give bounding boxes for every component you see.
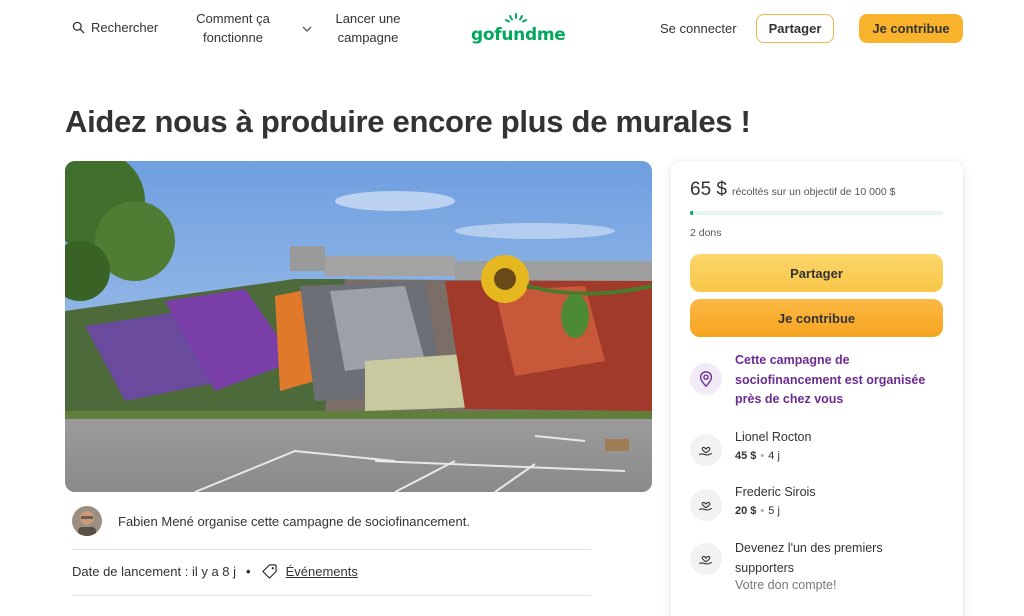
search-link[interactable]: Rechercher xyxy=(72,20,158,35)
separator-dot: • xyxy=(246,564,251,579)
donate-button[interactable]: Je contribue xyxy=(859,14,963,43)
organizer-text: Fabien Mené organise cette campagne de s… xyxy=(118,513,470,529)
mural-photo xyxy=(65,161,652,492)
avatar[interactable] xyxy=(72,506,102,536)
page-title: Aidez nous à produire encore plus de mur… xyxy=(65,104,751,139)
search-label: Rechercher xyxy=(91,20,159,35)
donation-card: 65 $ récoltés sur un objectif de 10 000 … xyxy=(671,161,963,616)
heart-hand-icon xyxy=(690,434,722,466)
heart-hand-icon xyxy=(690,489,722,521)
campaign-hero-image xyxy=(65,161,652,492)
logo-text: gofundme xyxy=(471,25,566,45)
nearby-notice: Cette campagne de sociofinancement est o… xyxy=(735,353,926,406)
separator-dot: • xyxy=(760,505,765,517)
donation-time: 5 j xyxy=(768,505,780,517)
campaign-meta-row: Date de lancement : il y a 8 j • Événeme… xyxy=(72,563,358,580)
divider xyxy=(72,595,591,596)
gofundme-logo[interactable]: gofundme xyxy=(471,13,566,45)
divider xyxy=(72,549,591,550)
donor-name: Frederic Sirois xyxy=(735,485,816,499)
separator-dot: • xyxy=(760,450,765,462)
search-icon xyxy=(72,21,85,34)
donor-name: Lionel Rocton xyxy=(735,430,812,444)
donation-amount: 20 $ xyxy=(735,505,757,517)
progress-fill xyxy=(690,211,693,215)
logo-sun-rays-icon xyxy=(505,13,527,23)
tag-icon xyxy=(261,564,277,579)
share-button[interactable]: Partager xyxy=(756,14,834,43)
raised-goal: récoltés sur un objectif de 10 000 $ xyxy=(731,186,896,198)
organizer-row: Fabien Mené organise cette campagne de s… xyxy=(72,506,470,536)
card-donate-button[interactable]: Je contribue xyxy=(690,299,943,337)
donation-amount: 45 $ xyxy=(735,450,757,462)
card-share-button[interactable]: Partager xyxy=(690,254,943,292)
first-supporters-text: Devenez l'un des premiers supporters xyxy=(735,541,883,575)
chevron-down-icon[interactable] xyxy=(301,23,313,35)
location-pin-icon xyxy=(690,363,722,395)
progress-bar xyxy=(690,211,943,215)
raised-summary: 65 $ récoltés sur un objectif de 10 000 … xyxy=(690,179,895,201)
donation-meta: 20 $ • 5 j xyxy=(735,505,780,517)
donation-meta: 45 $ • 4 j xyxy=(735,450,780,462)
launch-campaign-link[interactable]: Lancer une campagne xyxy=(330,9,406,47)
how-it-works-menu[interactable]: Comment ça fonctionne xyxy=(190,9,276,47)
heart-hand-icon xyxy=(690,543,722,575)
raised-amount: 65 $ xyxy=(690,179,727,200)
donation-count: 2 dons xyxy=(690,227,722,239)
events-link[interactable]: Événements xyxy=(286,564,358,579)
donation-time: 4 j xyxy=(768,450,780,462)
top-navigation: Rechercher Comment ça fonctionne Lancer … xyxy=(0,0,1024,58)
first-supporters-subtext: Votre don compte! xyxy=(735,578,837,592)
launch-date: Date de lancement : il y a 8 j xyxy=(72,564,237,579)
signin-link[interactable]: Se connecter xyxy=(660,21,737,36)
